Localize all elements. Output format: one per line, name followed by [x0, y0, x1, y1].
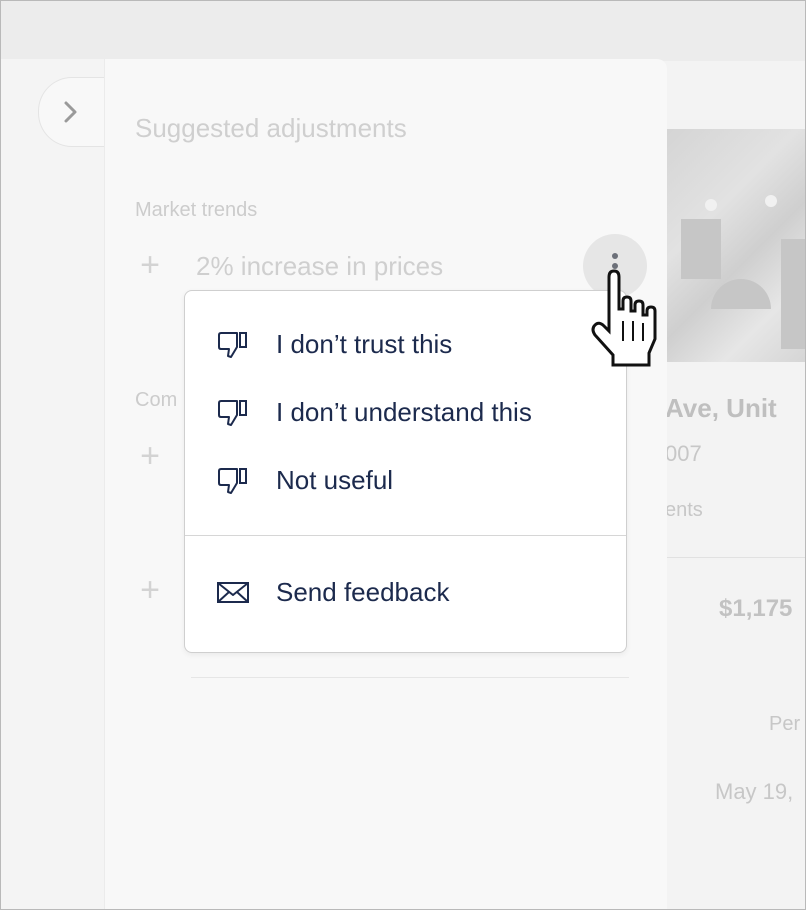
- more-dot: [612, 273, 618, 279]
- menu-item-label: I don’t trust this: [276, 328, 453, 359]
- listing-price: $1,175: [719, 595, 793, 622]
- collapsed-sidebar: [1, 59, 105, 909]
- thumbs-down-icon: [218, 400, 247, 426]
- chevron-right-icon: [64, 101, 77, 123]
- adjustment-label: 2% increase in prices: [196, 251, 444, 281]
- listing-detail: ents: [665, 499, 703, 521]
- listing-title: Ave, Unit: [665, 393, 777, 423]
- listing-per-label: Per: [769, 713, 801, 735]
- more-options-button[interactable]: [583, 234, 647, 298]
- listing-photo: [661, 129, 805, 362]
- more-dot: [612, 253, 618, 259]
- listing-subtitle: 007: [665, 441, 702, 466]
- menu-item-not-useful[interactable]: Not useful: [185, 450, 626, 510]
- section-label-market-trends: Market trends: [135, 199, 258, 221]
- menu-item-label: Not useful: [276, 464, 394, 495]
- thumbs-down-icon: [218, 332, 247, 358]
- menu-item-dont-trust[interactable]: I don’t trust this: [185, 314, 626, 374]
- more-dot: [612, 263, 618, 269]
- add-adjustment-icon[interactable]: +: [137, 248, 163, 282]
- panel-title: Suggested adjustments: [135, 113, 407, 143]
- menu-item-label: I don’t understand this: [276, 396, 532, 427]
- menu-item-label: Send feedback: [276, 576, 450, 607]
- envelope-icon: [217, 582, 249, 603]
- listing-date: May 19,: [715, 779, 794, 804]
- expand-panel-button[interactable]: [38, 77, 109, 147]
- app-window: Ave, Unit 007 ents $1,175 Per May 19, Su…: [0, 0, 806, 910]
- add-adjustment-icon[interactable]: +: [137, 439, 163, 473]
- menu-divider: [185, 535, 626, 536]
- menu-item-send-feedback[interactable]: Send feedback: [185, 562, 626, 622]
- section-label-comps: Com: [135, 389, 178, 411]
- add-adjustment-icon[interactable]: +: [137, 573, 163, 607]
- menu-item-dont-understand[interactable]: I don’t understand this: [185, 382, 626, 442]
- feedback-menu: I don’t trust this I don’t understand th…: [184, 290, 627, 653]
- panel-divider: [191, 677, 629, 678]
- listing-divider: [665, 557, 805, 558]
- thumbs-down-icon: [218, 468, 247, 494]
